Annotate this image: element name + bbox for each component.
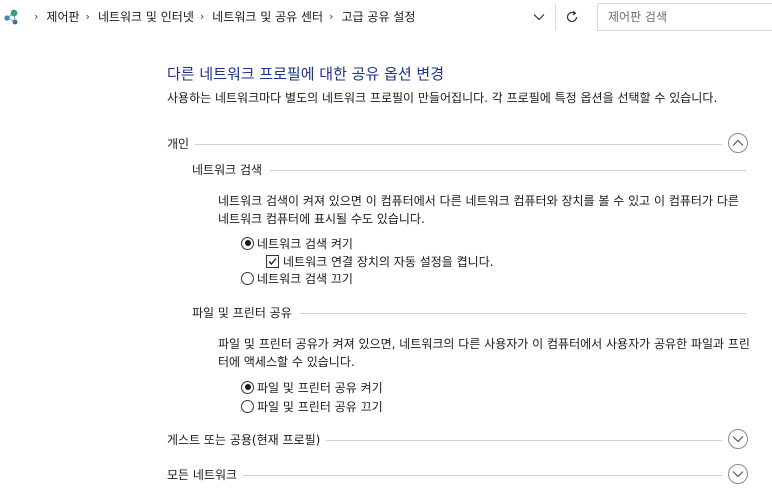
file-printer-sharing-header: 파일 및 프린터 공유 [192, 305, 746, 323]
breadcrumb-network-sharing-center[interactable]: 네트워크 및 공유 센터 [212, 8, 323, 25]
file-printer-sharing-label: 파일 및 프린터 공유 [192, 305, 300, 321]
section-private-label: 개인 [167, 136, 196, 152]
refresh-button[interactable] [558, 5, 586, 29]
address-divider [555, 4, 556, 30]
chevron-down-icon [732, 436, 744, 443]
page-title: 다른 네트워크 프로필에 대한 공유 옵션 변경 [167, 65, 445, 83]
file-printer-sharing-on-label[interactable]: 파일 및 프린터 공유 켜기 [257, 379, 383, 396]
section-all-networks-label: 모든 네트워크 [167, 467, 244, 483]
network-discovery-label: 네트워크 검색 [192, 162, 271, 178]
radio-selected[interactable] [241, 380, 254, 394]
chevron-right-icon: › [34, 10, 39, 23]
collapse-private-button[interactable] [728, 133, 748, 153]
network-discovery-on-option[interactable]: 네트워크 검색 켜기 [241, 235, 353, 251]
divider [192, 170, 746, 171]
radio-selected[interactable] [241, 236, 254, 250]
address-bar: › 제어판 › 네트워크 및 인터넷 › 네트워크 및 공유 센터 › 고급 공… [0, 0, 772, 34]
file-printer-sharing-on-option[interactable]: 파일 및 프린터 공유 켜기 [241, 379, 383, 395]
breadcrumb-network-internet[interactable]: 네트워크 및 인터넷 [98, 8, 194, 25]
search-input[interactable] [597, 3, 772, 31]
radio-unselected[interactable] [241, 399, 254, 413]
network-discovery-header: 네트워크 검색 [192, 162, 746, 180]
radio-unselected[interactable] [241, 271, 254, 285]
checkbox-checked[interactable] [266, 254, 279, 268]
network-discovery-off-label[interactable]: 네트워크 검색 끄기 [257, 270, 353, 287]
chevron-up-icon [732, 139, 744, 146]
divider [167, 475, 722, 476]
divider [167, 144, 722, 145]
file-printer-sharing-off-option[interactable]: 파일 및 프린터 공유 끄기 [241, 398, 383, 414]
network-discovery-description: 네트워크 검색이 켜져 있으면 이 컴퓨터에서 다른 네트워크 컴퓨터와 장치를… [218, 194, 739, 226]
section-guest-public-label: 게스트 또는 공용(현재 프로필) [167, 432, 327, 448]
chevron-right-icon[interactable]: › [200, 10, 204, 23]
breadcrumb-control-panel[interactable]: 제어판 [46, 8, 79, 25]
chevron-down-icon [533, 14, 545, 21]
refresh-icon [566, 10, 578, 23]
breadcrumb: › 제어판 › 네트워크 및 인터넷 › 네트워크 및 공유 센터 › 고급 공… [2, 1, 554, 32]
checkmark-icon [268, 257, 277, 265]
chevron-down-icon [732, 471, 744, 478]
chevron-right-icon[interactable]: › [329, 10, 333, 23]
section-guest-public-header[interactable]: 게스트 또는 공용(현재 프로필) [167, 429, 757, 450]
auto-setup-option[interactable]: 네트워크 연결 장치의 자동 설정을 켭니다. [266, 253, 494, 269]
chevron-right-icon[interactable]: › [86, 10, 90, 23]
expand-guest-public-button[interactable] [728, 429, 748, 449]
expand-all-networks-button[interactable] [728, 464, 748, 484]
breadcrumb-advanced-sharing[interactable]: 고급 공유 설정 [342, 8, 416, 25]
file-printer-sharing-off-label[interactable]: 파일 및 프린터 공유 끄기 [257, 398, 383, 415]
page-subtitle: 사용하는 네트워크마다 별도의 네트워크 프로필이 만들어집니다. 각 프로필에… [167, 91, 718, 105]
address-dropdown-button[interactable] [526, 6, 552, 28]
network-discovery-on-label[interactable]: 네트워크 검색 켜기 [257, 235, 353, 252]
auto-setup-label[interactable]: 네트워크 연결 장치의 자동 설정을 켭니다. [283, 253, 494, 270]
network-discovery-off-option[interactable]: 네트워크 검색 끄기 [241, 270, 353, 286]
control-panel-icon[interactable] [2, 7, 24, 27]
file-printer-sharing-description: 파일 및 프린터 공유가 켜져 있으면, 네트워크의 다른 사용자가 이 컴퓨터… [218, 337, 750, 369]
section-private-header[interactable]: 개인 [167, 133, 757, 154]
section-all-networks-header[interactable]: 모든 네트워크 [167, 464, 757, 485]
